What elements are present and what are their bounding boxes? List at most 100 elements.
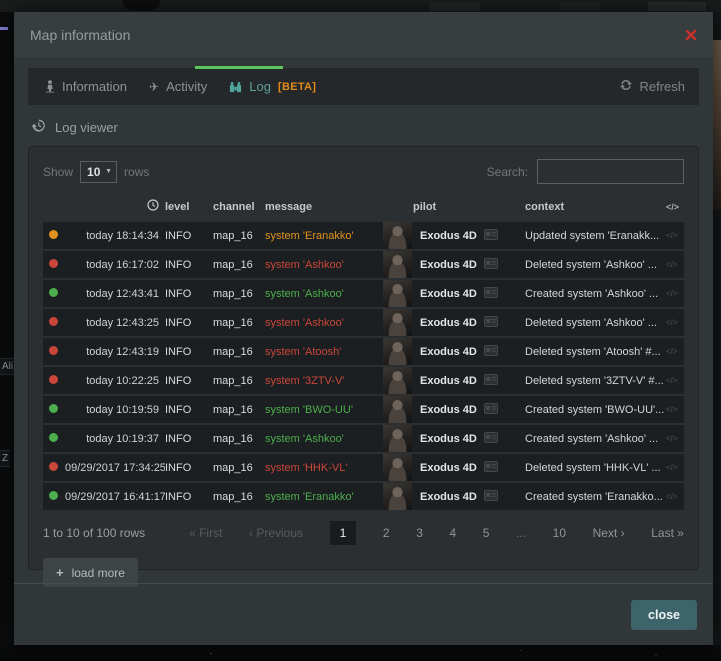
- pagination-page-5[interactable]: 5: [483, 526, 490, 540]
- log-row: today 12:43:25INFOmap_16system 'Ashkoo'E…: [43, 309, 684, 336]
- log-level: INFO: [165, 491, 213, 503]
- status-cell: [43, 346, 65, 358]
- log-message: system 'Ashkoo': [265, 433, 383, 445]
- pagination-summary: 1 to 10 of 100 rows: [43, 526, 145, 540]
- row-code-icon[interactable]: </>: [666, 260, 684, 269]
- timestamp-column-header[interactable]: [65, 199, 165, 214]
- log-message: system 'Eranakko': [265, 230, 383, 242]
- background-right-edge: [713, 12, 721, 645]
- row-code-icon[interactable]: </>: [666, 347, 684, 356]
- pagination-page-4[interactable]: 4: [449, 526, 456, 540]
- log-message: system 'Atoosh': [265, 346, 383, 358]
- log-row: today 18:14:34INFOmap_16system 'Eranakko…: [43, 222, 684, 249]
- tab-label: Information: [62, 79, 127, 94]
- pagination-previous[interactable]: ‹ Previous: [249, 526, 303, 540]
- close-icon[interactable]: [685, 29, 697, 41]
- pilot-name-text: Exodus 4D: [420, 317, 477, 329]
- log-channel: map_16: [213, 433, 265, 445]
- row-code-icon[interactable]: </>: [666, 405, 684, 414]
- tab-log[interactable]: Log [BETA]: [218, 68, 327, 105]
- search-box: Search:: [487, 159, 684, 184]
- column-header-message[interactable]: message: [265, 201, 383, 213]
- log-message: system 'Ashkoo': [265, 259, 383, 271]
- log-message: system 'BWO-UU': [265, 404, 383, 416]
- status-dot: [49, 317, 58, 326]
- rows-label: rows: [124, 165, 149, 179]
- column-header-pilot[interactable]: pilot: [413, 201, 525, 213]
- row-code-icon[interactable]: </>: [666, 289, 684, 298]
- close-button[interactable]: close: [631, 600, 697, 630]
- pagination-page-1[interactable]: 1: [330, 521, 357, 545]
- log-context: Created system 'Ashkoo' ...: [525, 433, 666, 445]
- background-fragment: [430, 2, 480, 11]
- column-header-context[interactable]: context: [525, 201, 666, 213]
- status-dot: [49, 462, 58, 471]
- status-dot: [49, 259, 58, 268]
- status-cell: [43, 288, 65, 300]
- status-cell: [43, 259, 65, 271]
- log-level: INFO: [165, 230, 213, 242]
- id-card-icon: [484, 258, 498, 272]
- log-message: system 'Ashkoo': [265, 317, 383, 329]
- status-dot: [49, 491, 58, 500]
- row-code-icon[interactable]: </>: [666, 492, 684, 501]
- log-context: Created system 'Ashkoo' ...: [525, 288, 666, 300]
- dialog-body: Information ✈ Activity Log [BETA] Refres…: [14, 57, 713, 570]
- status-dot: [49, 288, 58, 297]
- pagination-ellipsis: ...: [516, 526, 526, 540]
- column-header-channel[interactable]: channel: [213, 201, 265, 213]
- status-cell: [43, 317, 65, 329]
- code-column-header: </>: [666, 202, 684, 212]
- pagination-page-10[interactable]: 10: [553, 526, 566, 540]
- log-timestamp: today 10:19:59: [65, 404, 165, 416]
- tab-label: Log: [249, 79, 271, 94]
- id-card-icon: [484, 374, 498, 388]
- log-level: INFO: [165, 375, 213, 387]
- row-code-icon[interactable]: </>: [666, 231, 684, 240]
- pilot-name: Exodus 4D: [413, 432, 525, 446]
- pagination-page-3[interactable]: 3: [416, 526, 423, 540]
- plane-icon: ✈: [149, 80, 159, 94]
- row-code-icon[interactable]: </>: [666, 463, 684, 472]
- pagination-page-2[interactable]: 2: [383, 526, 390, 540]
- log-row: today 10:19:37INFOmap_16system 'Ashkoo'E…: [43, 425, 684, 452]
- background-map-edge: Ali Z: [0, 12, 14, 645]
- history-icon: [31, 118, 46, 136]
- pilot-avatar: [383, 309, 412, 336]
- page-size-select[interactable]: 10 ▼: [80, 161, 117, 183]
- pagination-last[interactable]: Last »: [651, 526, 684, 540]
- table-controls: Show 10 ▼ rows Search:: [43, 159, 684, 184]
- background-notch: [122, 0, 160, 11]
- log-timestamp: today 12:43:19: [65, 346, 165, 358]
- row-code-icon[interactable]: </>: [666, 318, 684, 327]
- pagination-first[interactable]: « First: [189, 526, 222, 540]
- log-context: Created system 'Eranakko...: [525, 491, 666, 503]
- status-cell: [43, 375, 65, 387]
- background-portrait-sliver: [713, 40, 721, 210]
- clock-icon: [147, 199, 159, 214]
- row-code-icon[interactable]: </>: [666, 376, 684, 385]
- log-message: system 'HHK-VL': [265, 462, 383, 474]
- pilot-name-text: Exodus 4D: [420, 404, 477, 416]
- pilot-name-text: Exodus 4D: [420, 462, 477, 474]
- status-cell: [43, 462, 65, 474]
- show-label: Show: [43, 165, 73, 179]
- tab-activity[interactable]: ✈ Activity: [138, 68, 218, 105]
- load-more-label: load more: [72, 566, 125, 580]
- log-context: Deleted system 'Ashkoo' ...: [525, 259, 666, 271]
- pilot-avatar: [383, 396, 412, 423]
- refresh-button[interactable]: Refresh: [612, 79, 693, 94]
- background-connection-line: [0, 27, 8, 30]
- tab-information[interactable]: Information: [34, 68, 138, 105]
- pagination-next[interactable]: Next ›: [593, 526, 625, 540]
- status-cell: [43, 433, 65, 445]
- log-panel: Show 10 ▼ rows Search: level: [28, 146, 699, 570]
- pilot-avatar: [383, 251, 412, 278]
- log-timestamp: today 18:14:34: [65, 230, 165, 242]
- log-timestamp: today 16:17:02: [65, 259, 165, 271]
- row-code-icon[interactable]: </>: [666, 434, 684, 443]
- column-header-level[interactable]: level: [165, 201, 213, 213]
- search-input[interactable]: [537, 159, 684, 184]
- dialog-header: Map information: [14, 12, 713, 57]
- pilot-avatar: [383, 367, 412, 394]
